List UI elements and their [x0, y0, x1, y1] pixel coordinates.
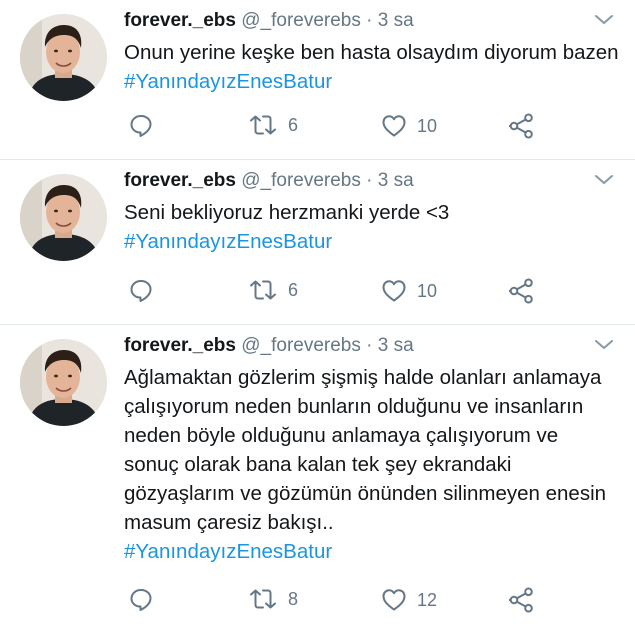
timestamp[interactable]: 3 sa	[378, 170, 414, 191]
like-count: 10	[417, 280, 438, 301]
separator: ·	[366, 170, 373, 191]
avatar[interactable]	[20, 174, 107, 261]
tweet-body: Ağlamaktan gözlerim şişmiş halde olanlar…	[124, 366, 607, 534]
avatar-photo	[20, 174, 107, 261]
tweet-text: Seni bekliyoruz herzmanki yerde <3 #Yanı…	[124, 198, 619, 256]
chevron-down-icon[interactable]	[595, 339, 613, 351]
retweet-count: 6	[288, 279, 299, 300]
retweet-count: 6	[288, 114, 299, 135]
share-icon	[508, 587, 533, 613]
share-button[interactable]	[508, 278, 534, 304]
tweet-body: Onun yerine keşke ben hasta olsaydım diy…	[124, 41, 619, 64]
reply-icon	[130, 280, 152, 302]
tweet[interactable]: forever._ebs @_foreverebs · 3 sa Onun ye…	[0, 0, 635, 160]
display-name[interactable]: forever._ebs	[124, 170, 236, 191]
retweet-count: 8	[288, 588, 299, 609]
retweet-icon	[250, 589, 276, 609]
tweet[interactable]: forever._ebs @_foreverebs · 3 sa Seni be…	[0, 160, 635, 325]
reply-icon	[130, 115, 152, 137]
tweet-text: Ağlamaktan gözlerim şişmiş halde olanlar…	[124, 363, 614, 566]
like-count: 12	[417, 589, 438, 610]
like-button[interactable]: 10	[381, 113, 437, 139]
avatar-photo	[20, 14, 107, 101]
chevron-down-icon[interactable]	[595, 14, 613, 26]
handle[interactable]: @_foreverebs	[241, 170, 361, 191]
handle[interactable]: @_foreverebs	[241, 10, 361, 31]
reply-button[interactable]	[128, 587, 154, 613]
avatar[interactable]	[20, 339, 107, 426]
avatar[interactable]	[20, 14, 107, 101]
timestamp[interactable]: 3 sa	[378, 335, 414, 356]
chevron-down-icon[interactable]	[595, 174, 613, 186]
share-button[interactable]	[508, 113, 534, 139]
tweet-body: Seni bekliyoruz herzmanki yerde <3	[124, 201, 450, 224]
share-icon	[508, 113, 533, 139]
tweet-header: forever._ebs @_foreverebs · 3 sa	[124, 335, 414, 357]
display-name[interactable]: forever._ebs	[124, 335, 236, 356]
tweet-header: forever._ebs @_foreverebs · 3 sa	[124, 170, 414, 192]
like-count: 10	[417, 115, 438, 136]
like-icon	[382, 589, 406, 611]
separator: ·	[366, 10, 373, 31]
timestamp[interactable]: 3 sa	[378, 10, 414, 31]
tweet-text: Onun yerine keşke ben hasta olsaydım diy…	[124, 38, 619, 96]
avatar-photo	[20, 339, 107, 426]
hashtag-link[interactable]: #YanındayızEnesBatur	[124, 70, 332, 93]
share-button[interactable]	[508, 587, 534, 613]
like-button[interactable]: 10	[381, 278, 437, 304]
share-icon	[508, 278, 533, 304]
separator: ·	[366, 335, 373, 356]
retweet-button[interactable]: 6	[248, 113, 298, 137]
retweet-button[interactable]: 8	[248, 587, 298, 611]
reply-icon	[130, 589, 152, 611]
tweet-actions: 6 10	[0, 278, 635, 308]
display-name[interactable]: forever._ebs	[124, 10, 236, 31]
like-icon	[382, 115, 406, 137]
like-icon	[382, 280, 406, 302]
hashtag-link[interactable]: #YanındayızEnesBatur	[124, 227, 619, 256]
reply-button[interactable]	[128, 278, 154, 304]
retweet-button[interactable]: 6	[248, 278, 298, 302]
hashtag-link[interactable]: #YanındayızEnesBatur	[124, 537, 614, 566]
handle[interactable]: @_foreverebs	[241, 335, 361, 356]
retweet-icon	[250, 280, 276, 300]
tweet-actions: 6 10	[0, 113, 635, 143]
reply-button[interactable]	[128, 113, 154, 139]
tweet-header: forever._ebs @_foreverebs · 3 sa	[124, 10, 414, 32]
retweet-icon	[250, 115, 276, 135]
like-button[interactable]: 12	[381, 587, 437, 613]
tweet-actions: 8 12	[0, 587, 635, 617]
tweet[interactable]: forever._ebs @_foreverebs · 3 sa Ağlamak…	[0, 325, 635, 628]
